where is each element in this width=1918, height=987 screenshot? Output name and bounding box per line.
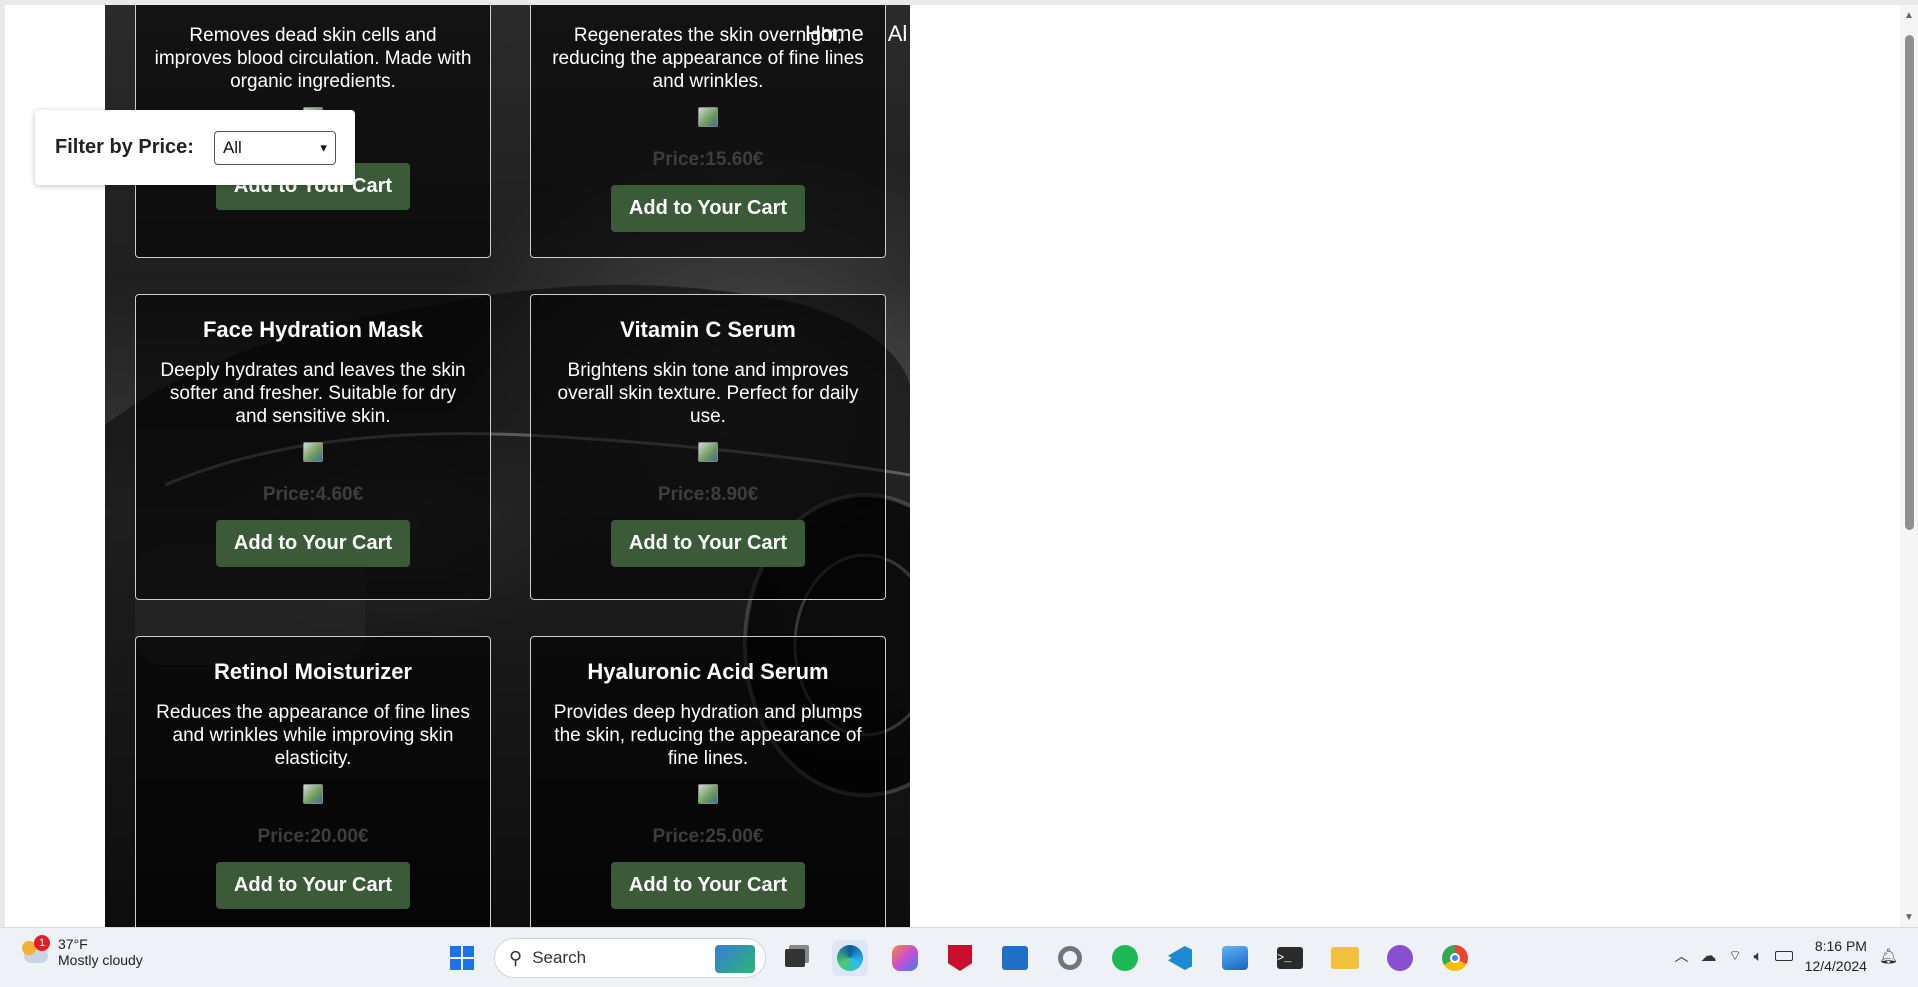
chevron-down-icon: ▾ <box>320 139 327 155</box>
product-image-broken-icon <box>698 784 718 804</box>
browser-viewport: Removes dead skin cells and improves blo… <box>5 5 1918 927</box>
product-price: Price:4.60€ <box>262 484 364 505</box>
product-price: Price:20.00€ <box>257 826 369 847</box>
start-icon[interactable] <box>444 940 480 976</box>
volume-icon[interactable]: 🔈︎ <box>1754 948 1763 965</box>
product-card: Vitamin C Serum Brightens skin tone and … <box>530 294 886 600</box>
product-card: Face Hydration Mask Deeply hydrates and … <box>135 294 491 600</box>
battery-icon[interactable] <box>1774 951 1793 961</box>
product-card: Hyaluronic Acid Serum Provides deep hydr… <box>530 636 886 927</box>
scroll-up-arrow-icon[interactable]: ▲ <box>1904 11 1914 21</box>
product-name: Face Hydration Mask <box>202 317 424 342</box>
product-price: Price:8.90€ <box>657 484 759 505</box>
price-filter-select[interactable]: All ▾ <box>213 130 336 165</box>
taskbar-search-input[interactable]: ⚲ Search <box>494 938 766 978</box>
weather-cloud-icon: 1 <box>20 935 50 967</box>
nav-home-link[interactable]: Home <box>805 21 864 51</box>
weather-widget[interactable]: 1 37°F Mostly cloudy <box>20 935 143 968</box>
product-description: Reduces the appearance of fine lines and… <box>156 702 470 769</box>
product-name: Vitamin C Serum <box>620 317 796 342</box>
store-icon[interactable] <box>997 940 1033 976</box>
product-image-broken-icon <box>303 442 323 462</box>
add-to-cart-button[interactable]: Add to Your Cart <box>610 520 806 567</box>
price-filter-panel: Filter by Price: All ▾ <box>35 110 355 185</box>
product-description: Deeply hydrates and leaves the skin soft… <box>160 360 466 427</box>
chrome-icon[interactable] <box>1437 940 1473 976</box>
add-to-cart-button[interactable]: Add to Your Cart <box>610 862 806 909</box>
system-tray: ︿ ☁ ⌔ 🔈︎ 8:16 PM 12/4/2024 🔔︎ <box>1674 936 1898 976</box>
product-name: Retinol Moisturizer <box>213 659 412 684</box>
product-description: Provides deep hydration and plumps the s… <box>553 702 863 769</box>
scrollbar-thumb[interactable] <box>1905 35 1914 530</box>
clock-date: 12/4/2024 <box>1804 958 1867 974</box>
product-description: Brightens skin tone and improves overall… <box>557 360 859 427</box>
price-filter-label: Filter by Price: <box>55 136 194 158</box>
terminal-icon[interactable]: >_ <box>1272 940 1308 976</box>
github-icon[interactable] <box>1382 940 1418 976</box>
search-icon: ⚲ <box>509 947 523 968</box>
photos-icon[interactable] <box>1217 940 1253 976</box>
spotify-icon[interactable] <box>1107 940 1143 976</box>
copilot-icon[interactable] <box>887 940 923 976</box>
taskbar-clock[interactable]: 8:16 PM 12/4/2024 <box>1805 936 1867 976</box>
product-price: Price:15.60€ <box>652 149 764 170</box>
product-image-broken-icon <box>698 107 718 127</box>
top-nav: Home Ab <box>805 21 906 51</box>
mcafee-icon[interactable] <box>942 940 978 976</box>
product-image-broken-icon <box>303 784 323 804</box>
weather-condition: Mostly cloudy <box>58 952 143 968</box>
vscode-icon[interactable] <box>1162 940 1198 976</box>
weather-temperature: 37°F <box>58 936 88 952</box>
edge-icon[interactable] <box>832 940 868 976</box>
scroll-down-arrow-icon[interactable]: ▼ <box>1904 913 1914 923</box>
task-view-icon[interactable] <box>777 940 813 976</box>
vertical-scrollbar[interactable]: ▲ ▼ <box>1900 5 1918 927</box>
search-highlight-icon <box>715 945 755 973</box>
product-card: Retinol Moisturizer Reduces the appearan… <box>135 636 491 927</box>
weather-alert-badge: 1 <box>34 935 50 951</box>
add-to-cart-button[interactable]: Add to Your Cart <box>610 185 806 232</box>
settings-icon[interactable] <box>1052 940 1088 976</box>
chevron-up-icon[interactable]: ︿ <box>1674 946 1688 966</box>
file-explorer-icon[interactable] <box>1327 940 1363 976</box>
taskbar-search-placeholder: Search <box>532 948 587 967</box>
notification-bell-icon[interactable]: 🔔︎ <box>1879 947 1898 965</box>
windows-taskbar: 1 37°F Mostly cloudy ⚲ Search >_ ︿ ☁ ⌔ 🔈… <box>0 927 1918 987</box>
add-to-cart-button[interactable]: Add to Your Cart <box>215 862 411 909</box>
product-price: Price:25.00€ <box>652 826 764 847</box>
onedrive-icon[interactable]: ☁ <box>1700 946 1716 966</box>
wifi-icon[interactable]: ⌔ <box>1728 947 1741 965</box>
product-image-broken-icon <box>698 442 718 462</box>
add-to-cart-button[interactable]: Add to Your Cart <box>215 520 411 567</box>
nav-about-link[interactable]: Ab <box>888 21 906 51</box>
clock-time: 8:16 PM <box>1814 938 1867 954</box>
product-name: Hyaluronic Acid Serum <box>587 659 829 684</box>
product-description: Removes dead skin cells and improves blo… <box>154 25 472 92</box>
price-filter-value: All <box>222 137 242 157</box>
